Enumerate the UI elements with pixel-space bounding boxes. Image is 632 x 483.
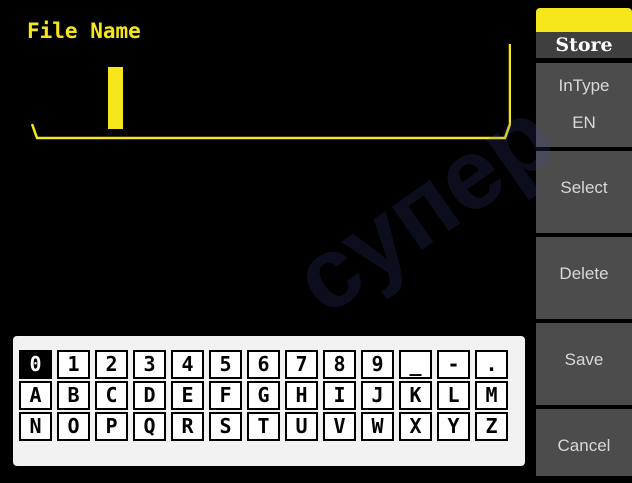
key-dash[interactable]: - <box>437 350 470 379</box>
softkey-menu: Store InType EN Select Delete Save Cance… <box>532 0 632 476</box>
key-w[interactable]: W <box>361 412 394 441</box>
key-v[interactable]: V <box>323 412 356 441</box>
key-g[interactable]: G <box>247 381 280 410</box>
key-i[interactable]: I <box>323 381 356 410</box>
key-8[interactable]: 8 <box>323 350 356 379</box>
key-3[interactable]: 3 <box>133 350 166 379</box>
cancel-button[interactable]: Cancel <box>536 409 632 476</box>
key-a[interactable]: A <box>19 381 52 410</box>
key-u[interactable]: U <box>285 412 318 441</box>
key-y[interactable]: Y <box>437 412 470 441</box>
key-o[interactable]: O <box>57 412 90 441</box>
intype-value: EN <box>572 113 596 132</box>
on-screen-keyboard: 0 1 2 3 4 5 6 7 8 9 _ -. A B C D E F G H I J K L M N O P Q R S T U V W X Y Z <box>13 336 525 466</box>
file-name-label: File Name <box>27 19 141 43</box>
key-r[interactable]: R <box>171 412 204 441</box>
key-l[interactable]: L <box>437 381 470 410</box>
save-button[interactable]: Save <box>536 323 632 405</box>
key-n[interactable]: N <box>19 412 52 441</box>
key-9[interactable]: 9 <box>361 350 394 379</box>
key-7[interactable]: 7 <box>285 350 318 379</box>
intype-button[interactable]: InType EN <box>536 63 632 147</box>
key-j[interactable]: J <box>361 381 394 410</box>
key-q[interactable]: Q <box>133 412 166 441</box>
text-cursor <box>108 67 123 129</box>
intype-label: InType <box>558 76 610 95</box>
key-underscore[interactable]: _ <box>399 350 432 379</box>
key-1[interactable]: 1 <box>57 350 90 379</box>
key-h[interactable]: H <box>285 381 318 410</box>
key-4[interactable]: 4 <box>171 350 204 379</box>
key-b[interactable]: B <box>57 381 90 410</box>
key-5[interactable]: 5 <box>209 350 242 379</box>
key-6[interactable]: 6 <box>247 350 280 379</box>
store-tab <box>536 8 632 32</box>
key-c[interactable]: C <box>95 381 128 410</box>
key-p[interactable]: P <box>95 412 128 441</box>
key-dot[interactable]: . <box>475 350 508 379</box>
key-t[interactable]: T <box>247 412 280 441</box>
key-m[interactable]: M <box>475 381 508 410</box>
file-name-input[interactable] <box>31 44 511 140</box>
delete-button[interactable]: Delete <box>536 237 632 319</box>
key-f[interactable]: F <box>209 381 242 410</box>
key-2[interactable]: 2 <box>95 350 128 379</box>
key-s[interactable]: S <box>209 412 242 441</box>
key-d[interactable]: D <box>133 381 166 410</box>
key-x[interactable]: X <box>399 412 432 441</box>
key-e[interactable]: E <box>171 381 204 410</box>
key-k[interactable]: K <box>399 381 432 410</box>
select-button[interactable]: Select <box>536 151 632 233</box>
menu-title: Store <box>536 32 632 58</box>
key-0[interactable]: 0 <box>19 350 52 379</box>
main-panel: File Name 0 1 2 3 4 5 6 7 8 9 _ -. A B C D E F G H I J K L M N O P Q… <box>0 0 532 476</box>
key-z[interactable]: Z <box>475 412 508 441</box>
